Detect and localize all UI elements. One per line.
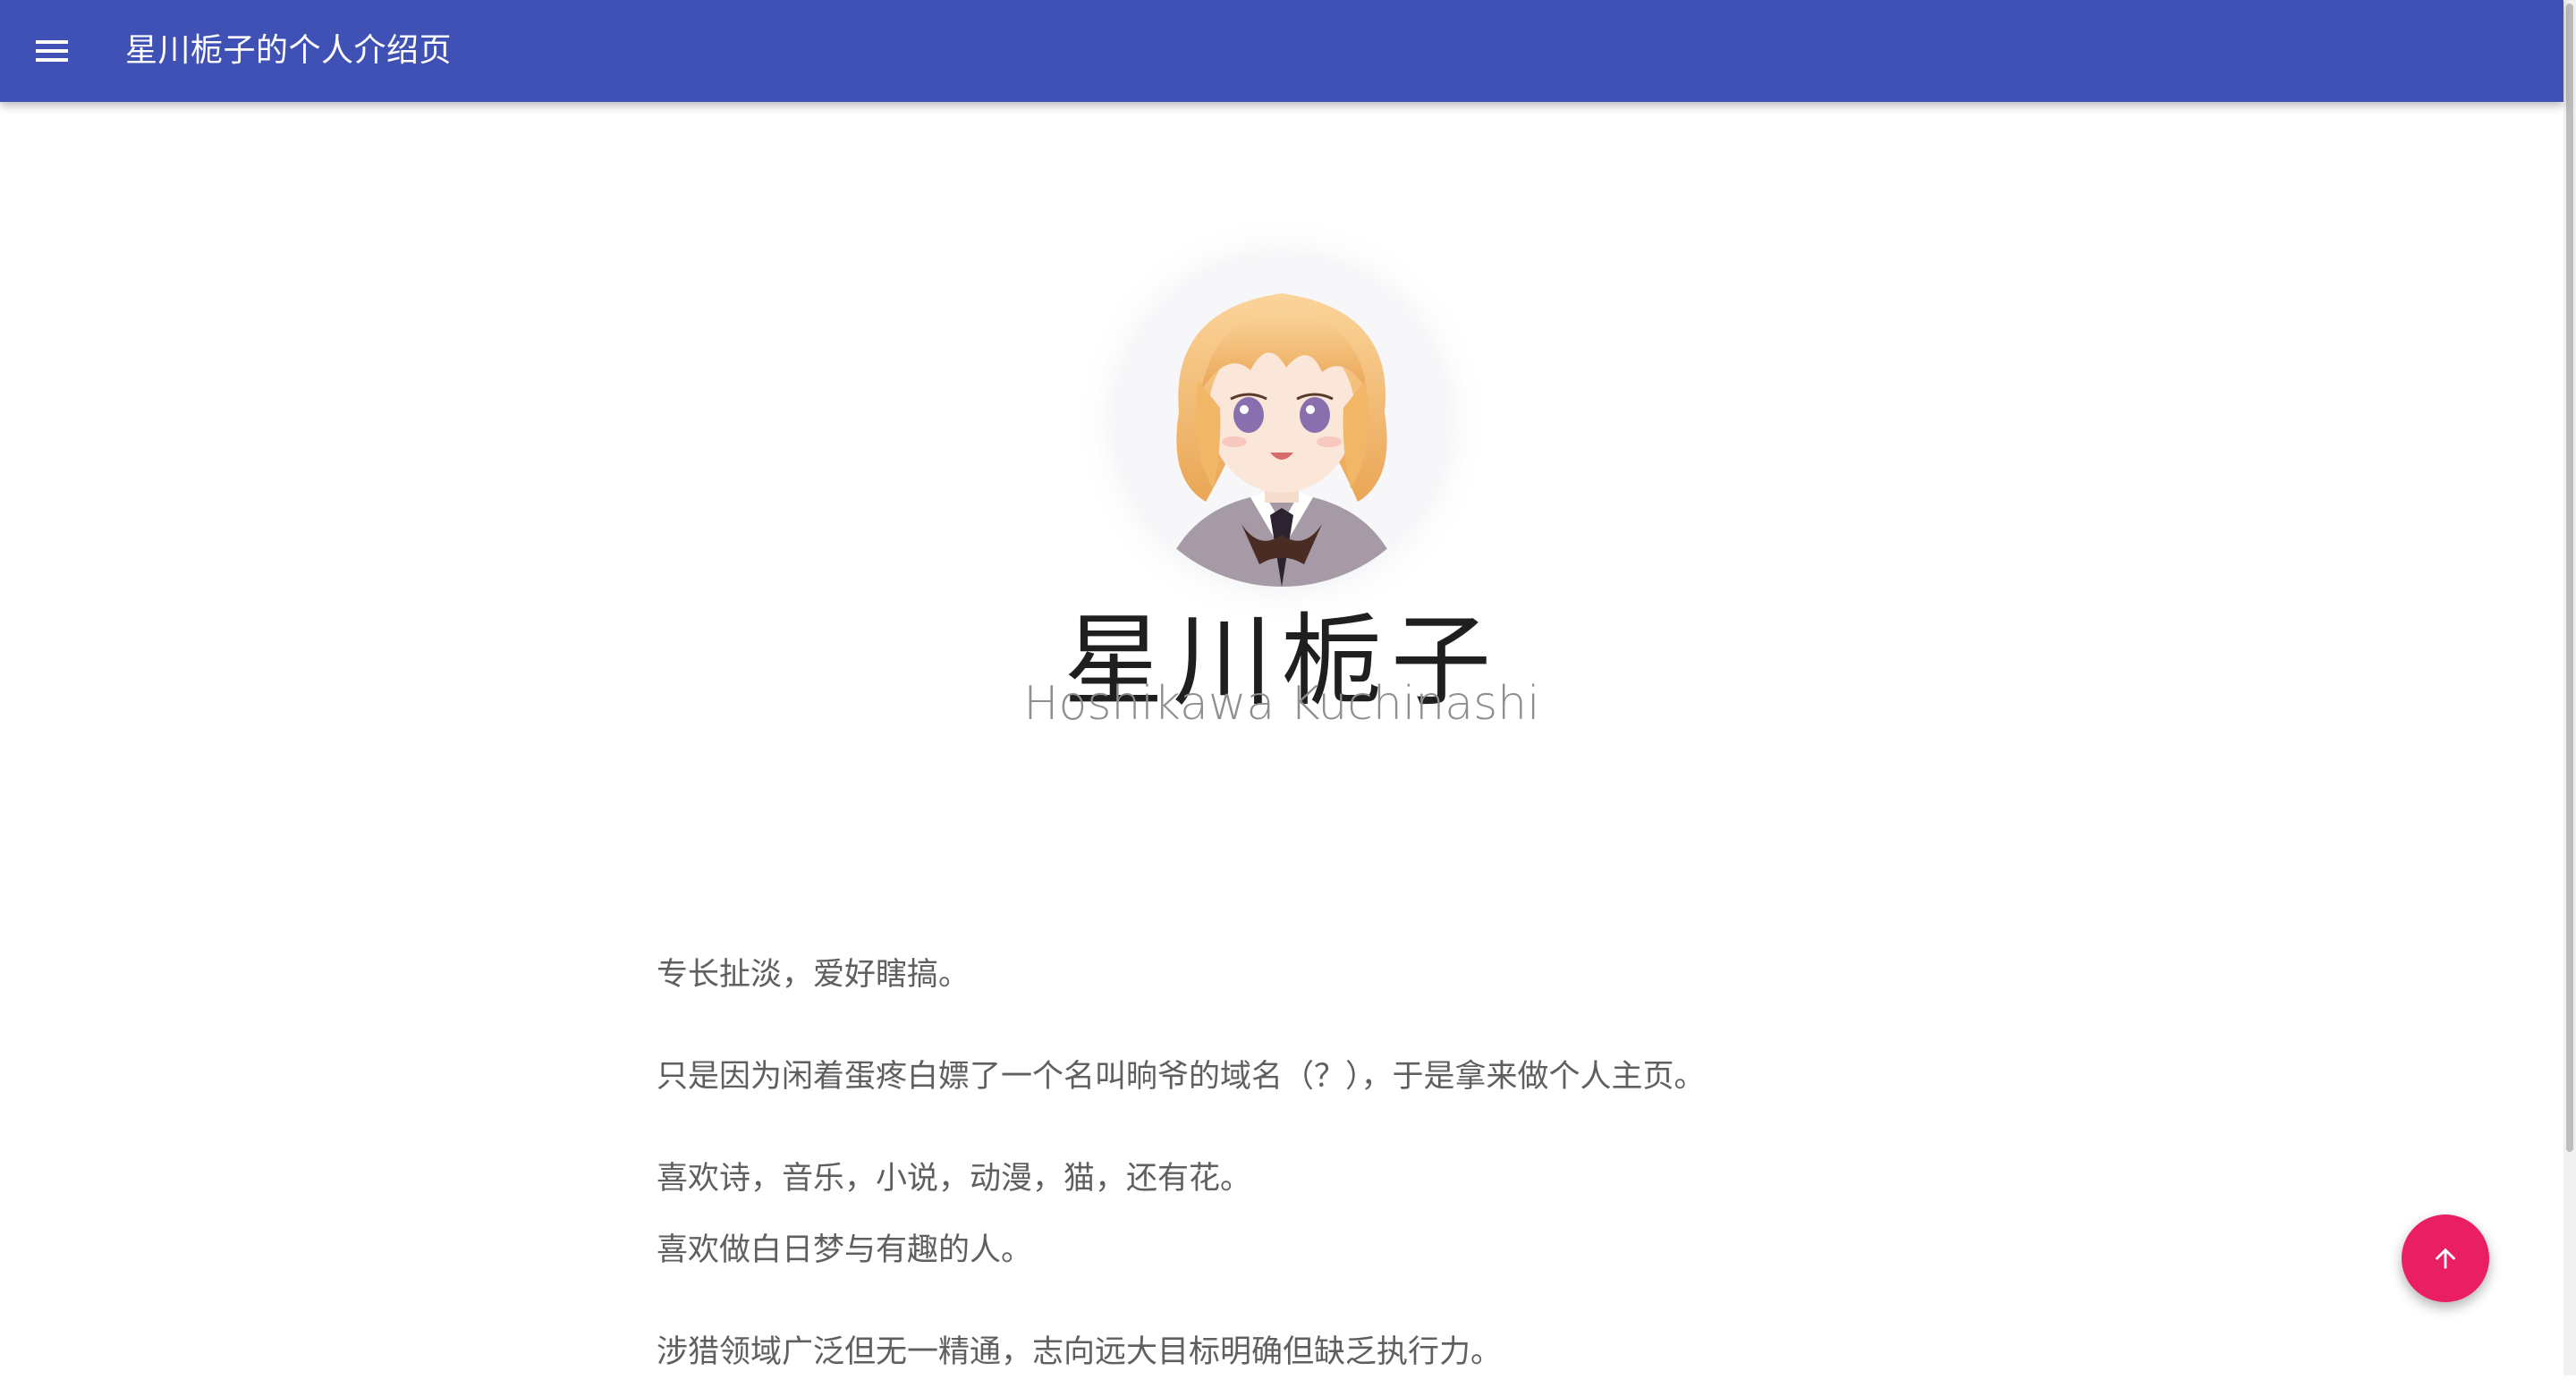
profile-name-romaji: Hoshikawa Kuchinashi — [1023, 677, 1540, 731]
intro-line: 喜欢做白日梦与有趣的人。 — [657, 1232, 1033, 1268]
arrow-up-icon — [2435, 1248, 2456, 1269]
anime-girl-avatar — [1161, 293, 1402, 587]
intro-line: 只是因为闲着蛋疼白嫖了一个名叫晌爷的域名（？），于是拿来做个人主页。 — [657, 1059, 1706, 1095]
menu-button[interactable] — [16, 15, 88, 87]
scrollbar-thumb[interactable] — [2566, 4, 2573, 1152]
page-title: 星川栀子的个人介绍页 — [125, 32, 453, 69]
scroll-to-top-button[interactable] — [2402, 1214, 2489, 1302]
app-bar: 星川栀子的个人介绍页 — [0, 0, 2563, 102]
intro-text: 专长扯淡，爱好瞎搞。 只是因为闲着蛋疼白嫖了一个名叫晌爷的域名（？），于是拿来做… — [657, 939, 1909, 1388]
intro-line: 喜欢诗，音乐，小说，动漫，猫，还有花。 — [657, 1161, 1252, 1197]
menu-icon — [36, 40, 68, 62]
scrollbar[interactable] — [2563, 0, 2576, 1375]
intro-line: 专长扯淡，爱好瞎搞。 — [657, 957, 970, 993]
avatar — [1116, 256, 1447, 587]
intro-line: 涉猎领域广泛但无一精通，志向远大目标明确但缺乏执行力。 — [657, 1334, 1503, 1370]
